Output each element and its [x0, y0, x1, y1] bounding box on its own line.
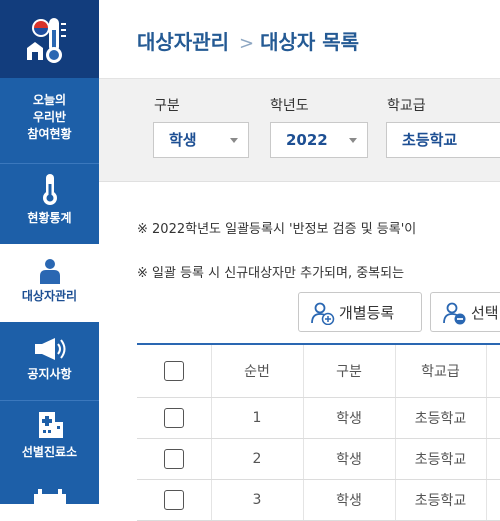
sidebar-item-target-management[interactable]: 대상자관리: [0, 244, 99, 322]
sidebar-item-label-line: 참여현황: [27, 127, 72, 141]
filter-bar: 구분 학생 학년도 2022 학교급 초등학교: [99, 79, 500, 182]
column-header-type[interactable]: 구분: [303, 343, 396, 398]
breadcrumb-parent[interactable]: 대상자관리: [137, 30, 229, 54]
select-all-cell: [137, 343, 212, 398]
row-more: [486, 397, 500, 439]
individual-register-label: 개별등록: [339, 304, 395, 322]
megaphone-icon: [34, 338, 65, 360]
sidebar-item-label: 현황통계: [27, 211, 72, 225]
row-type: 학생: [303, 438, 396, 480]
row-level: 초등학교: [395, 479, 487, 521]
row-no: 2: [211, 438, 304, 480]
breadcrumb: 대상자관리 > 대상자 목록: [137, 26, 359, 55]
row-checkbox-cell: [137, 479, 212, 521]
row-type: 학생: [303, 397, 396, 439]
target-table: 순번 구분 학교급 1 학생 초등학교 2 학생 초등학교 3 학생 초등학교: [137, 343, 500, 521]
sidebar-item-statistics[interactable]: 현황통계: [0, 172, 99, 242]
column-header-level[interactable]: 학교급: [395, 343, 487, 398]
table-header-row: 순번 구분 학교급: [137, 343, 500, 398]
sidebar: 오늘의 우리반 참여현황 현황통계 대상자관리 공지사항 선별진료소: [0, 0, 99, 504]
row-checkbox[interactable]: [163, 449, 184, 469]
row-type: 학생: [303, 479, 396, 521]
row-no: 1: [211, 397, 304, 439]
remove-user-icon: [443, 302, 466, 325]
chevron-down-icon: [349, 138, 357, 143]
row-level: 초등학교: [395, 397, 487, 439]
school-thermometer-logo-icon: [26, 18, 66, 63]
school-level-select[interactable]: 초등학교: [386, 122, 500, 158]
page-header: 대상자관리 > 대상자 목록: [99, 0, 500, 79]
row-more: [486, 438, 500, 480]
divider: [0, 163, 99, 164]
row-no: 3: [211, 479, 304, 521]
person-icon: [39, 259, 60, 284]
table-row[interactable]: 1 학생 초등학교: [137, 397, 500, 439]
column-header-no[interactable]: 순번: [211, 343, 304, 398]
add-user-icon: [311, 302, 335, 325]
next-menu-icon: [34, 489, 66, 504]
breadcrumb-separator: >: [239, 33, 255, 54]
logo[interactable]: [0, 0, 99, 78]
row-checkbox-cell: [137, 397, 212, 439]
column-header-more: [486, 343, 500, 398]
thermometer-icon: [42, 174, 57, 205]
selected-action-button[interactable]: 선택: [430, 292, 500, 332]
sidebar-item-label: 공지사항: [27, 367, 72, 381]
select-all-checkbox[interactable]: [163, 361, 184, 381]
page-title: 대상자 목록: [260, 30, 360, 54]
year-filter-label: 학년도: [270, 98, 309, 114]
type-select[interactable]: 학생: [153, 122, 249, 158]
notice-text: ※ 2022학년도 일괄등록시 '반정보 검증 및 등록'이: [137, 222, 417, 237]
sidebar-item-today-participation[interactable]: 오늘의 우리반 참여현황: [0, 92, 99, 158]
table-row[interactable]: 3 학생 초등학교: [137, 479, 500, 521]
selected-action-label: 선택: [471, 304, 499, 322]
notice-text: ※ 일괄 등록 시 신규대상자만 추가되며, 중복되는: [137, 266, 405, 281]
row-checkbox[interactable]: [163, 490, 184, 510]
chevron-down-icon: [230, 138, 238, 143]
type-filter-label: 구분: [154, 98, 180, 114]
row-checkbox-cell: [137, 438, 212, 480]
sidebar-item-label-line: 오늘의: [32, 93, 67, 107]
school-level-filter-label: 학교급: [387, 98, 426, 114]
hospital-icon: [38, 412, 63, 438]
sidebar-item-notices[interactable]: 공지사항: [0, 336, 99, 394]
table-row[interactable]: 2 학생 초등학교: [137, 438, 500, 480]
year-select[interactable]: 2022: [270, 122, 368, 158]
sidebar-item-screening-clinic[interactable]: 선별진료소: [0, 410, 99, 470]
individual-register-button[interactable]: 개별등록: [298, 292, 422, 332]
sidebar-item-label: 대상자관리: [21, 289, 78, 303]
row-level: 초등학교: [395, 438, 487, 480]
row-more: [486, 479, 500, 521]
divider: [0, 400, 99, 401]
school-level-select-value: 초등학교: [402, 131, 458, 149]
row-checkbox[interactable]: [163, 408, 184, 428]
sidebar-item-label: 선별진료소: [21, 445, 78, 459]
sidebar-item-label-line: 우리반: [32, 110, 67, 124]
